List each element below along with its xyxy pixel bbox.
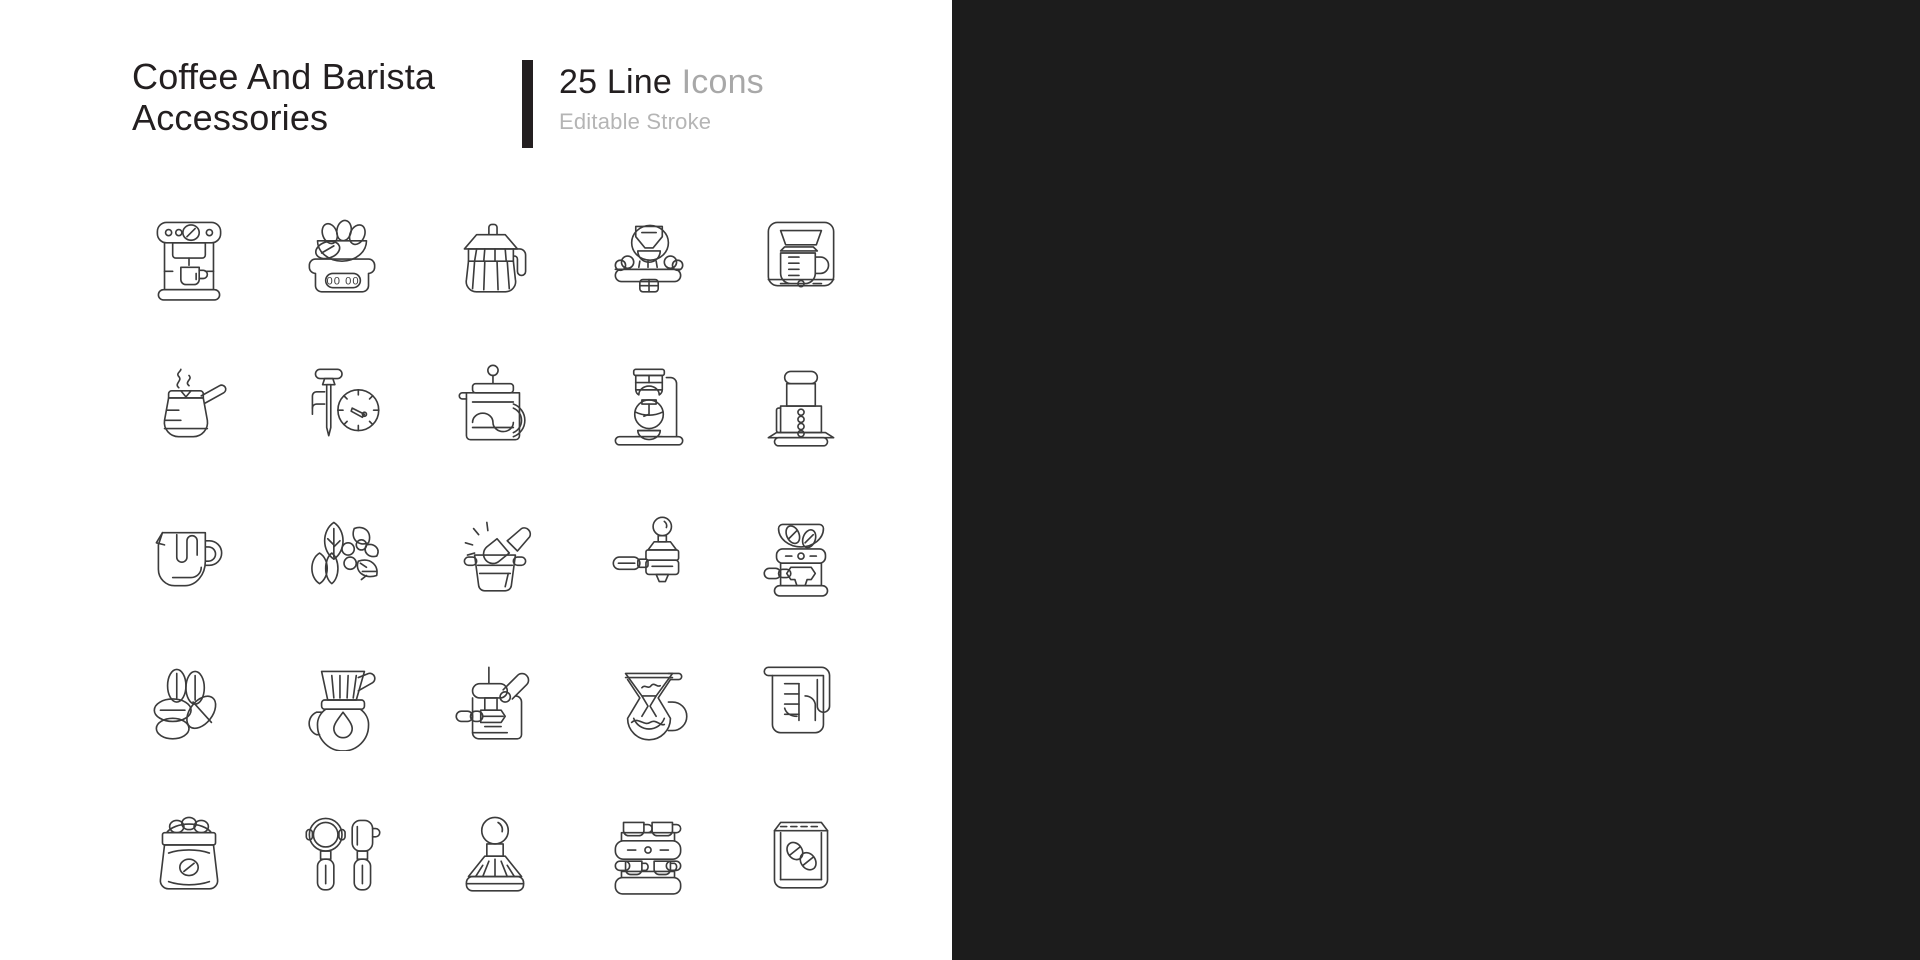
icon-distribution-tool-light[interactable]	[418, 476, 571, 625]
coffee-thermometer-icon	[311, 368, 380, 436]
measuring-cup-icon	[762, 666, 830, 733]
icon-coffee-scale-light[interactable]: 00 00	[265, 178, 418, 327]
coffee-tamper-icon	[465, 816, 524, 892]
portafilter-baskets-icon	[304, 817, 381, 891]
icon-coffee-plant-light[interactable]	[265, 476, 418, 625]
milk-pitcher-icon	[155, 531, 222, 586]
header-divider	[522, 60, 533, 148]
coffee-grinder-icon	[762, 523, 828, 597]
pour-over-dripper-icon	[307, 670, 376, 751]
distribution-tool-icon	[463, 521, 531, 592]
icon-coffee-tamper-light[interactable]	[418, 774, 571, 923]
title-line-2: Accessories	[132, 97, 329, 138]
icon-chemex-brewer-light[interactable]	[571, 625, 724, 774]
portafilter-tamper-icon	[612, 516, 679, 582]
page-title: Coffee And Barista Accessories	[132, 56, 512, 138]
icon-milk-pitcher-light[interactable]	[112, 476, 265, 625]
poster-header: Coffee And Barista Accessories 25 Line I…	[132, 56, 764, 148]
coffee-plant-icon	[310, 521, 379, 584]
chemex-brewer-icon	[624, 672, 687, 741]
icon-aeropress-light[interactable]	[724, 327, 877, 476]
coffee-sack-icon	[159, 816, 218, 890]
icon-grid-light: 00 00	[112, 178, 877, 923]
coffee-roaster-icon	[614, 224, 683, 293]
coffee-scale-icon: 00 00	[308, 219, 375, 293]
icon-coffee-sack-light[interactable]	[112, 774, 265, 923]
siphon-brewer-icon	[614, 368, 683, 446]
editable-stroke-note: Editable Stroke	[559, 109, 712, 134]
icon-count-word: Icons	[681, 63, 764, 101]
coffee-bag-icon	[773, 821, 828, 889]
icon-coffee-grinder-light[interactable]	[724, 476, 877, 625]
icon-pour-over-dripper-light[interactable]	[265, 625, 418, 774]
icon-french-press-light[interactable]	[418, 327, 571, 476]
icon-coffee-beans-light[interactable]	[112, 625, 265, 774]
icon-set-poster: Coffee And Barista Accessories 25 Line I…	[0, 0, 1920, 960]
icon-moka-pot-light[interactable]	[418, 178, 571, 327]
icon-coffee-roaster-light[interactable]	[571, 178, 724, 327]
icon-drip-coffee-maker-light[interactable]	[724, 178, 877, 327]
aeropress-icon	[767, 370, 834, 447]
icon-cup-warmer-rack-light[interactable]	[571, 774, 724, 923]
header-subtitle-block: 25 Line Icons Editable Stroke	[559, 56, 764, 137]
icon-turkish-cezve-light[interactable]	[112, 327, 265, 476]
dark-theme-panel: 00 00	[952, 0, 1920, 960]
svg-text:00 00: 00 00	[326, 275, 359, 287]
icon-measuring-cup-light[interactable]	[724, 625, 877, 774]
icon-coffee-bag-light[interactable]	[724, 774, 877, 923]
icon-siphon-brewer-light[interactable]	[571, 327, 724, 476]
coffee-beans-icon	[153, 668, 216, 740]
drip-coffee-maker-icon	[767, 221, 834, 287]
moka-pot-icon	[463, 223, 526, 293]
icon-portafilter-baskets-light[interactable]	[265, 774, 418, 923]
title-line-1: Coffee And Barista	[132, 56, 436, 97]
turkish-cezve-icon	[163, 368, 227, 437]
icon-coffee-thermometer-light[interactable]	[265, 327, 418, 476]
icon-count-number: 25 Line	[559, 63, 672, 101]
espresso-machine-icon	[156, 221, 221, 301]
icon-lever-espresso-light[interactable]	[418, 625, 571, 774]
light-theme-panel: Coffee And Barista Accessories 25 Line I…	[0, 0, 952, 960]
cup-warmer-rack-icon	[614, 821, 681, 895]
lever-espresso-icon	[454, 666, 529, 740]
icon-portafilter-tamper-light[interactable]	[571, 476, 724, 625]
icon-espresso-machine-light[interactable]	[112, 178, 265, 327]
french-press-icon	[458, 363, 526, 441]
icon-count-line: 25 Line Icons	[559, 62, 764, 102]
